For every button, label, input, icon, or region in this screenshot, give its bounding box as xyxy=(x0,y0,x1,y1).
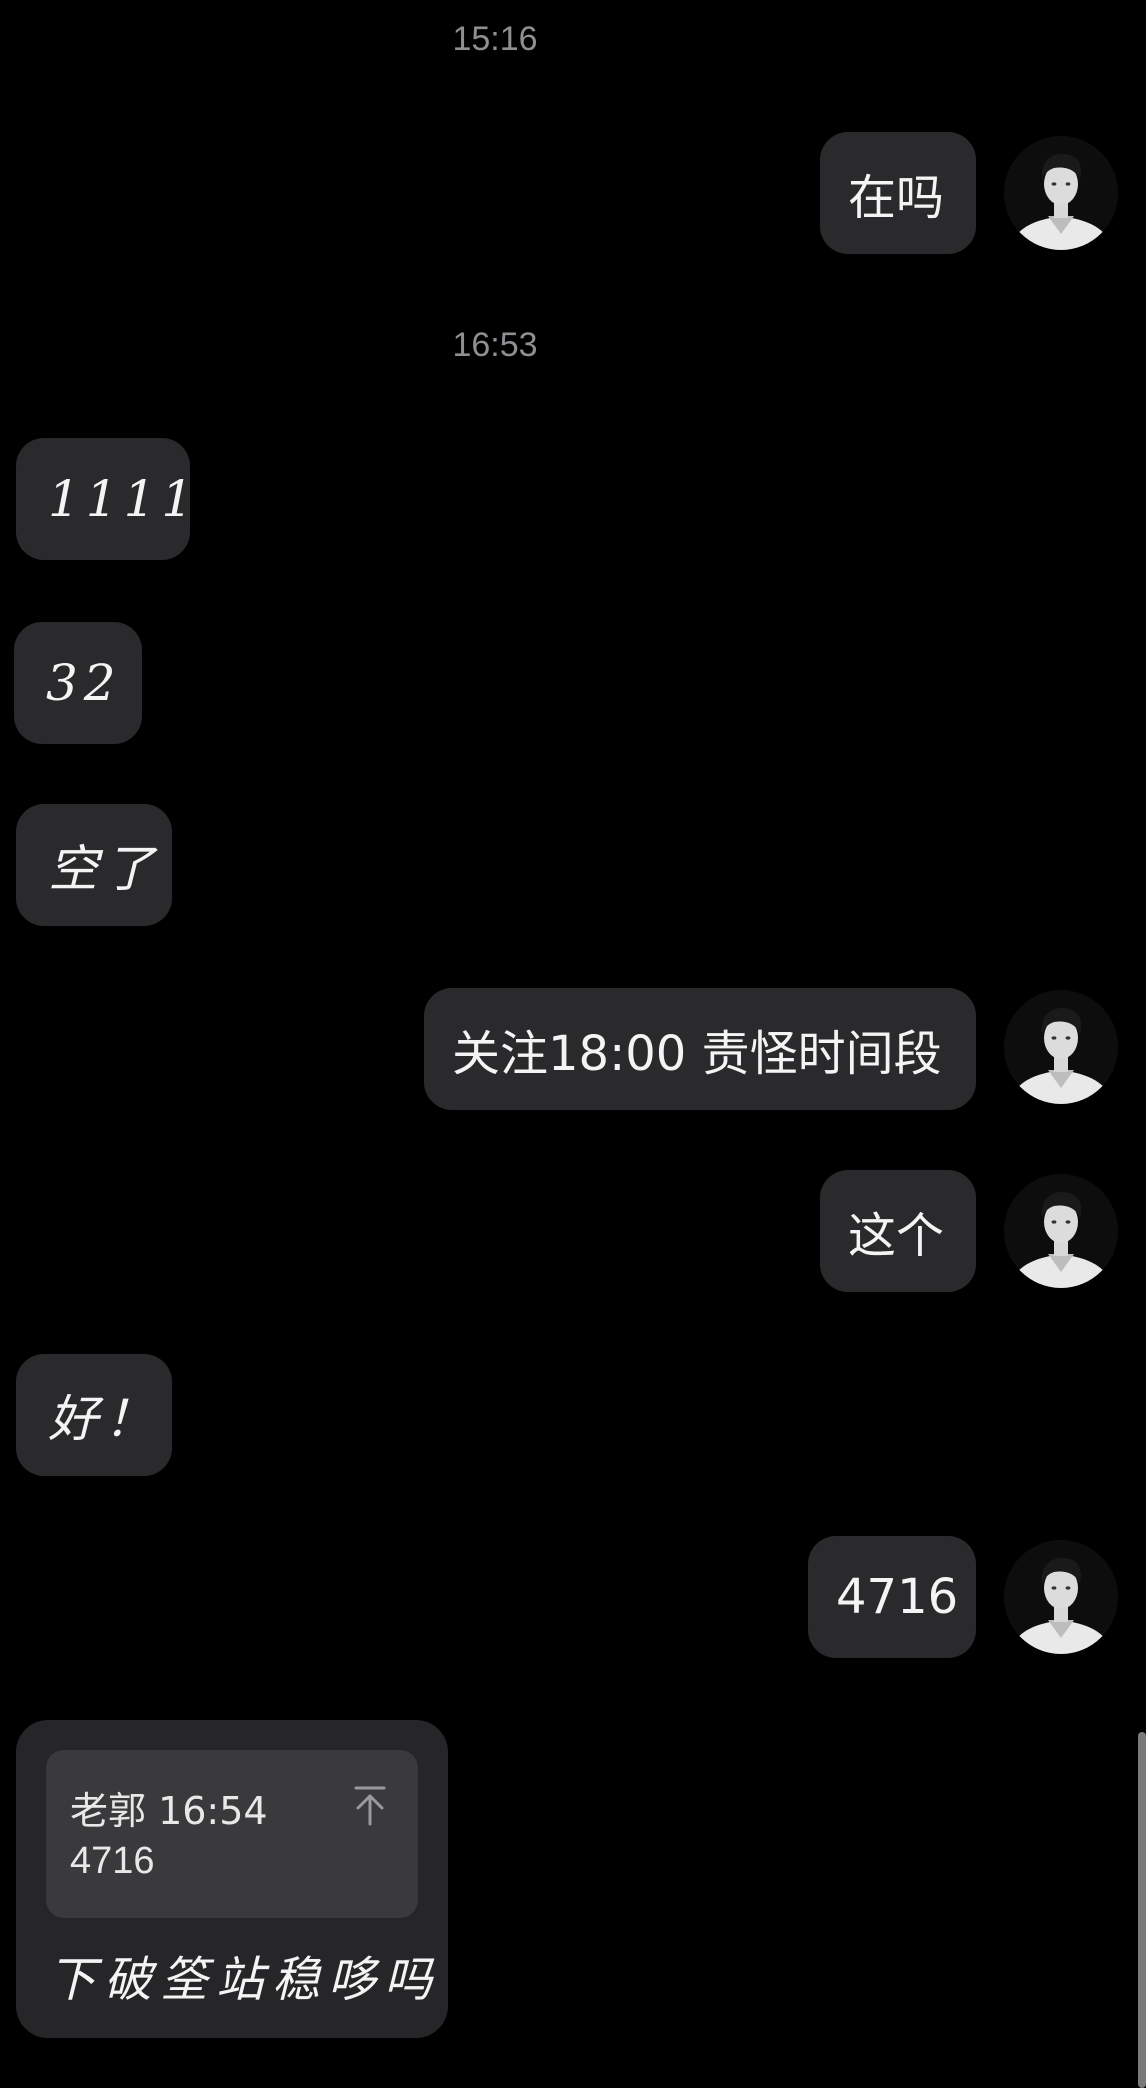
quoted-message-preview[interactable]: 老郭 16:54 4716 xyxy=(46,1750,418,1918)
message-bubble-outgoing[interactable]: 4716 xyxy=(808,1536,976,1658)
message-bubble-incoming[interactable]: 好！ xyxy=(16,1354,172,1476)
quoted-message-text: 4716 xyxy=(70,1840,155,1882)
reply-message-text: 下破筌站稳哆吗 xyxy=(48,1952,441,2008)
quoted-reply-message[interactable]: 老郭 16:54 4716 下破筌站稳哆吗 xyxy=(16,1720,448,2038)
user-avatar-icon[interactable] xyxy=(1004,1540,1118,1654)
message-bubble-incoming[interactable]: 32 xyxy=(14,622,142,744)
message-bubble-outgoing[interactable]: 关注18:00 责怪时间段 xyxy=(424,988,976,1110)
user-avatar-icon[interactable] xyxy=(1004,1174,1118,1288)
timestamp: 15:16 xyxy=(452,20,538,58)
pin-to-top-icon[interactable] xyxy=(350,1784,390,1828)
quoted-message-header: 老郭 16:54 xyxy=(70,1789,268,1833)
message-bubble-incoming[interactable]: 1111 xyxy=(16,438,193,560)
message-bubble-incoming[interactable]: 空了 xyxy=(16,804,172,926)
user-avatar-icon[interactable] xyxy=(1004,990,1118,1104)
message-bubble-outgoing[interactable]: 在吗 xyxy=(820,132,976,254)
scrollbar[interactable] xyxy=(1138,1732,1146,2088)
message-bubble-outgoing[interactable]: 这个 xyxy=(820,1170,976,1292)
user-avatar-icon[interactable] xyxy=(1004,136,1118,250)
timestamp: 16:53 xyxy=(452,326,538,364)
